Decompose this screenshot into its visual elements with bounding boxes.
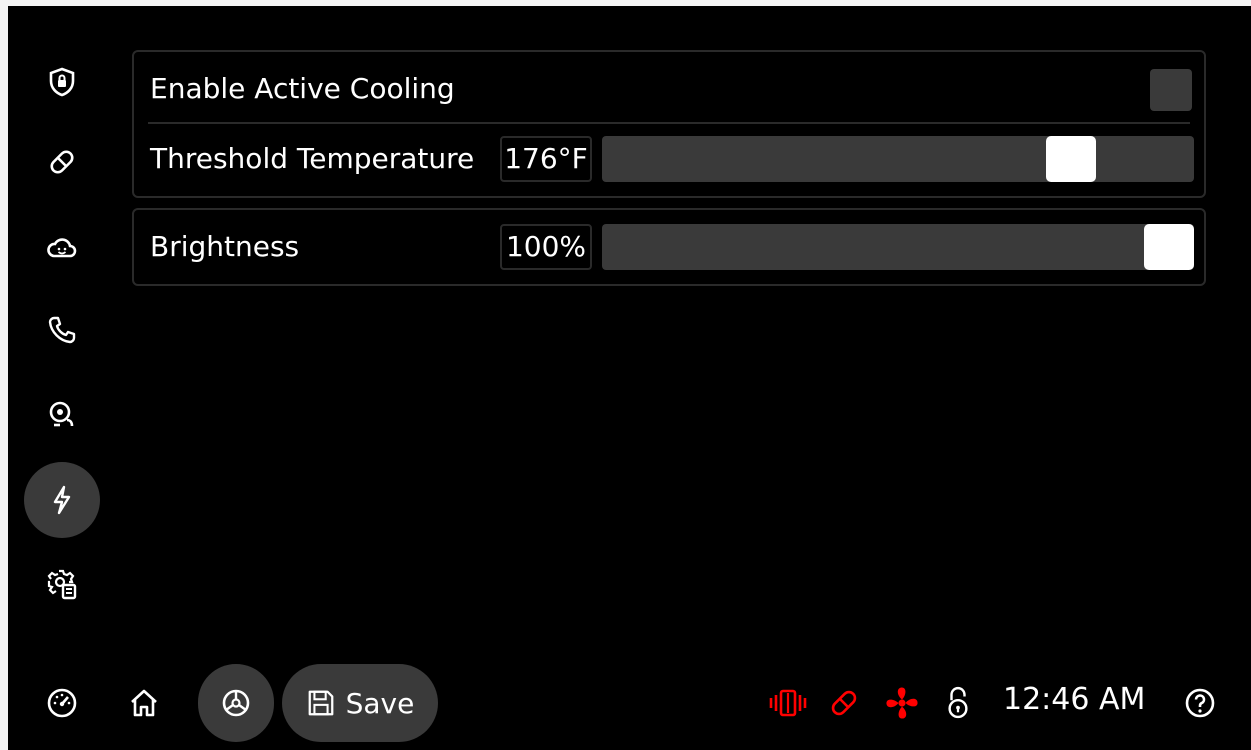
sidebar-item-security[interactable] bbox=[24, 44, 100, 120]
enable-active-cooling-label: Enable Active Cooling bbox=[150, 72, 455, 105]
brightness-panel: Brightness 100% bbox=[132, 208, 1206, 286]
lock-status bbox=[942, 683, 974, 723]
brightness-value[interactable]: 100% bbox=[500, 224, 592, 270]
alarm-bell-icon bbox=[49, 401, 74, 427]
threshold-temperature-slider[interactable] bbox=[602, 136, 1194, 182]
dashboard-button[interactable] bbox=[44, 685, 80, 721]
threshold-temperature-slider-thumb[interactable] bbox=[1046, 136, 1097, 182]
app-screen: Enable Active Cooling Threshold Temperat… bbox=[8, 6, 1251, 750]
lightning-icon bbox=[53, 485, 71, 515]
floppy-disk-icon bbox=[308, 690, 333, 716]
vibrate-icon bbox=[769, 689, 807, 717]
clock: 12:46 AM bbox=[1003, 682, 1146, 717]
cooling-panel: Enable Active Cooling Threshold Temperat… bbox=[132, 50, 1206, 198]
home-button[interactable] bbox=[126, 685, 162, 721]
cloud-smile-icon bbox=[47, 238, 77, 258]
medication-status bbox=[826, 685, 862, 721]
save-button-label: Save bbox=[345, 686, 415, 720]
pill-icon bbox=[50, 150, 74, 174]
brightness-slider[interactable] bbox=[602, 224, 1194, 270]
gauge-icon bbox=[47, 688, 77, 718]
help-button[interactable] bbox=[1182, 685, 1218, 721]
fan-status bbox=[882, 683, 922, 723]
settings-document-icon bbox=[47, 569, 77, 600]
sidebar-item-alarm[interactable] bbox=[24, 376, 100, 452]
sidebar-item-cloud[interactable] bbox=[24, 210, 100, 286]
help-icon bbox=[1185, 688, 1215, 718]
bottom-bar: Save 12:46 AM bbox=[8, 664, 1251, 742]
enable-active-cooling-checkbox[interactable] bbox=[1150, 69, 1192, 111]
sidebar-item-power[interactable] bbox=[24, 462, 100, 538]
steering-button[interactable] bbox=[198, 664, 274, 742]
threshold-temperature-value[interactable]: 176°F bbox=[500, 136, 592, 182]
threshold-temperature-label: Threshold Temperature bbox=[150, 142, 475, 175]
fan-icon bbox=[886, 687, 918, 719]
steering-wheel-icon bbox=[222, 689, 250, 717]
save-button[interactable]: Save bbox=[282, 664, 438, 742]
shield-lock-icon bbox=[49, 67, 75, 97]
phone-icon bbox=[48, 316, 76, 344]
sidebar-item-medication[interactable] bbox=[24, 124, 100, 200]
unlocked-icon bbox=[948, 686, 968, 719]
panel-divider bbox=[148, 122, 1190, 124]
brightness-label: Brightness bbox=[150, 230, 300, 263]
sidebar-item-phone[interactable] bbox=[24, 292, 100, 368]
vibration-status bbox=[768, 685, 808, 721]
pill-icon bbox=[831, 690, 857, 716]
home-icon bbox=[131, 689, 157, 717]
brightness-slider-thumb[interactable] bbox=[1144, 224, 1194, 270]
sidebar-item-advanced-settings[interactable] bbox=[24, 546, 100, 622]
